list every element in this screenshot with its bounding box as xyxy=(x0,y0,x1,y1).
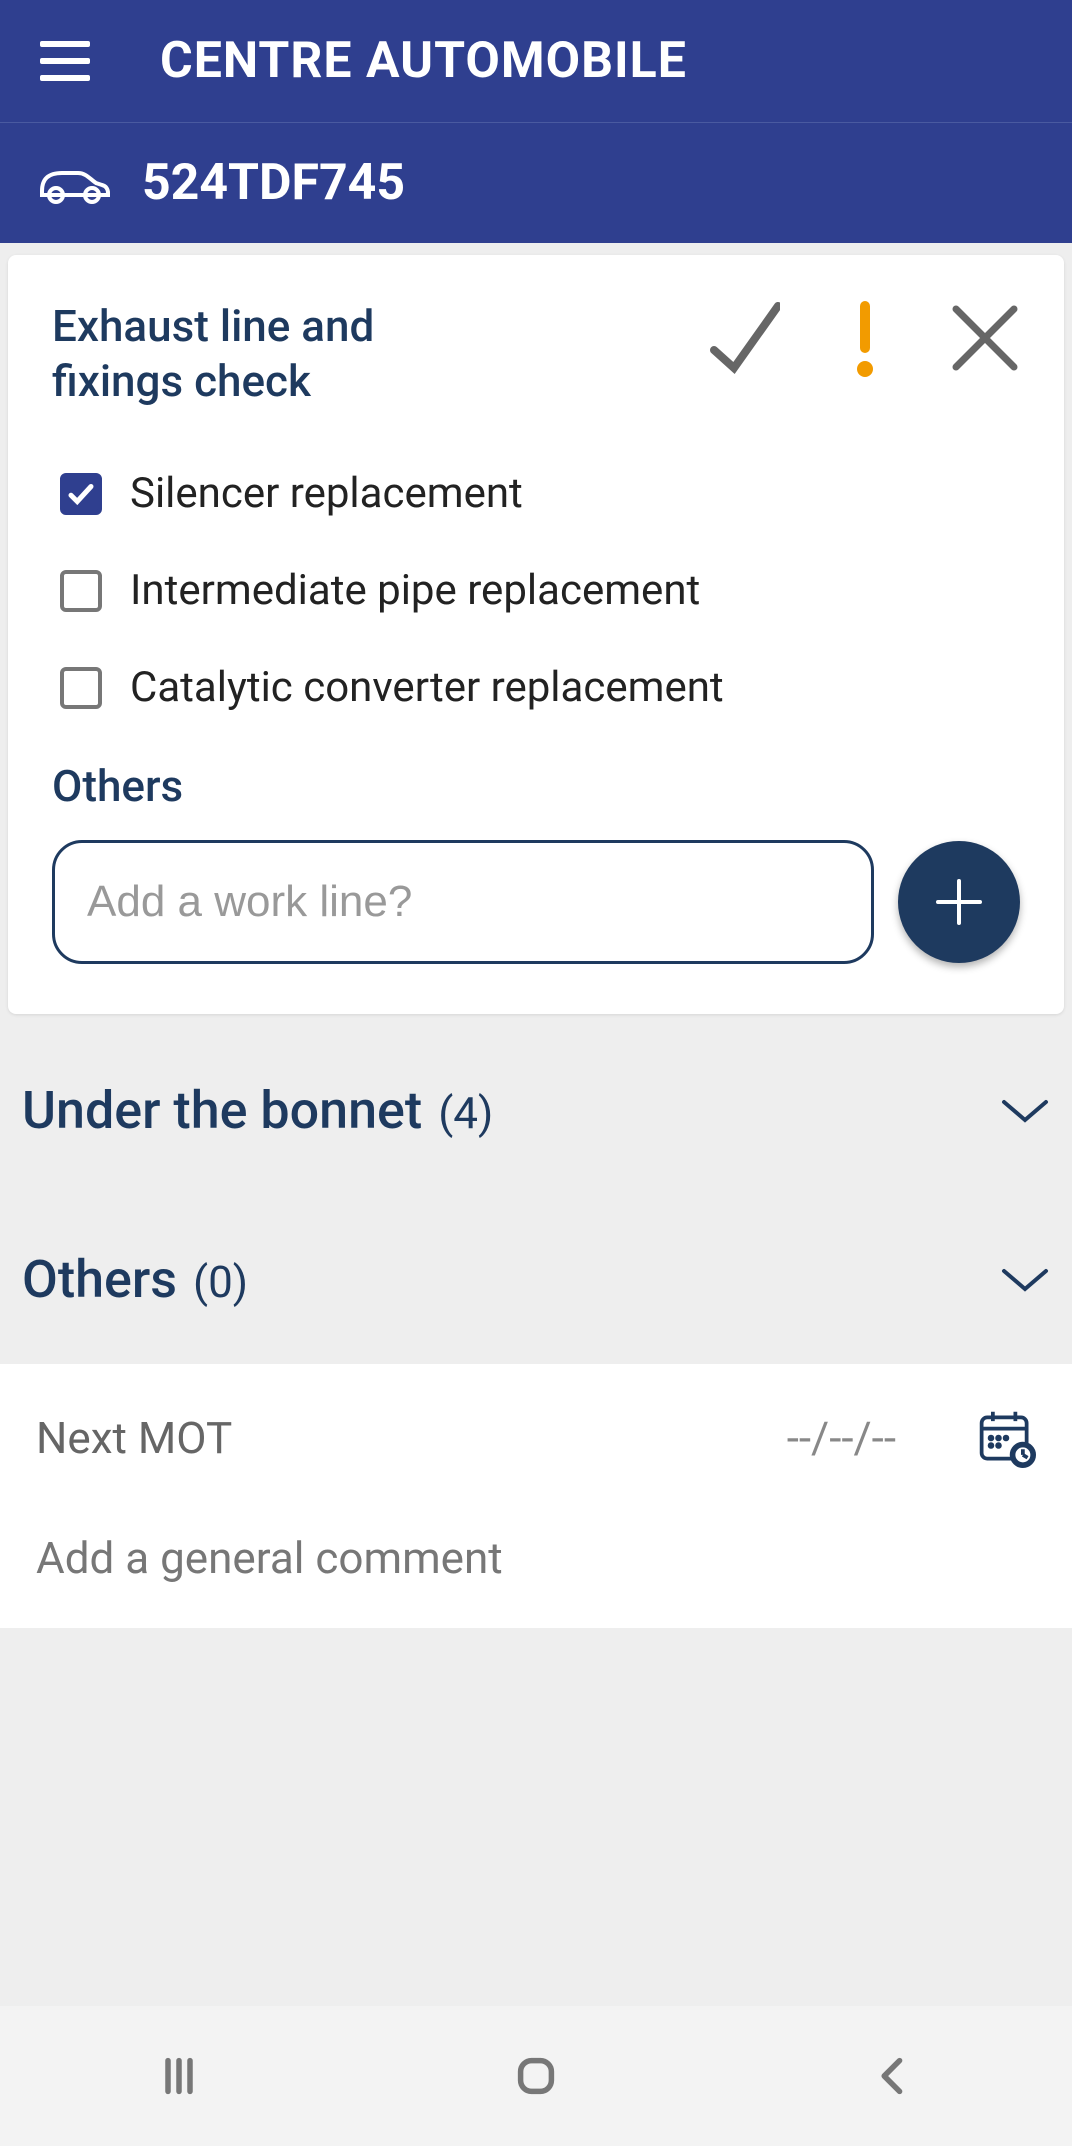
check-item: Intermediate pipe replacement xyxy=(52,566,1020,615)
chevron-down-icon xyxy=(1000,1096,1050,1126)
calendar-icon[interactable] xyxy=(976,1408,1036,1468)
checkbox-intermediate[interactable] xyxy=(60,570,102,612)
comment-input[interactable]: Add a general comment xyxy=(0,1512,1072,1628)
vehicle-header: 524TDF745 xyxy=(0,123,1072,243)
accordion-title: Others xyxy=(22,1249,177,1310)
check-label: Catalytic converter replacement xyxy=(130,663,724,712)
accordion-count: (0) xyxy=(193,1256,248,1308)
app-title: CENTRE AUTOMOBILE xyxy=(160,32,687,90)
check-label: Intermediate pipe replacement xyxy=(130,566,700,615)
work-line-input[interactable] xyxy=(52,840,874,964)
accordion-title: Under the bonnet xyxy=(22,1080,422,1141)
app-header: CENTRE AUTOMOBILE xyxy=(0,0,1072,123)
car-icon xyxy=(36,161,112,205)
next-mot-label: Next MOT xyxy=(36,1412,232,1464)
chevron-down-icon xyxy=(1000,1265,1050,1295)
check-label: Silencer replacement xyxy=(130,469,523,518)
status-fail-icon[interactable] xyxy=(950,303,1020,373)
checkbox-catalytic[interactable] xyxy=(60,667,102,709)
next-mot-date: --/--/-- xyxy=(787,1412,896,1464)
accordion-others[interactable]: Others (0) xyxy=(0,1195,1072,1364)
vehicle-plate: 524TDF745 xyxy=(142,154,405,212)
status-warning-icon[interactable] xyxy=(830,303,900,373)
menu-icon[interactable] xyxy=(40,41,90,81)
check-card: Exhaust line and fixings check Silencer … xyxy=(8,255,1064,1014)
checkbox-silencer[interactable] xyxy=(60,473,102,515)
add-work-button[interactable] xyxy=(898,841,1020,963)
nav-recent-icon[interactable] xyxy=(149,2046,209,2106)
nav-back-icon[interactable] xyxy=(863,2046,923,2106)
system-navbar xyxy=(0,2006,1072,2146)
next-mot-row: Next MOT --/--/-- xyxy=(0,1364,1072,1512)
others-label: Others xyxy=(52,760,1020,812)
accordion-count: (4) xyxy=(438,1087,493,1139)
accordion-under-bonnet[interactable]: Under the bonnet (4) xyxy=(0,1026,1072,1195)
check-item: Silencer replacement xyxy=(52,469,1020,518)
nav-home-icon[interactable] xyxy=(506,2046,566,2106)
status-controls xyxy=(710,299,1020,373)
check-item: Catalytic converter replacement xyxy=(52,663,1020,712)
section-title: Exhaust line and fixings check xyxy=(52,299,452,409)
status-ok-icon[interactable] xyxy=(710,303,780,373)
